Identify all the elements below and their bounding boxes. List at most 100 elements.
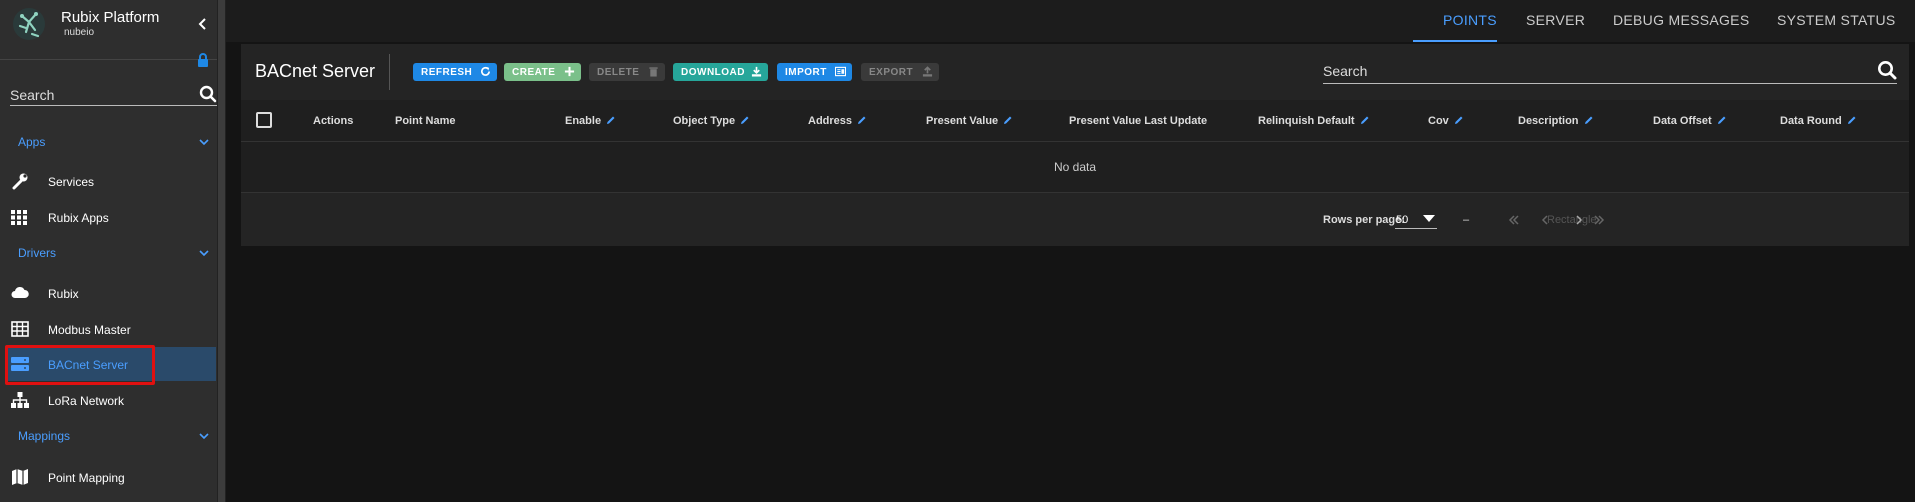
column-description[interactable]: Description [1518,115,1594,127]
column-label: Cov [1428,115,1449,127]
button-label: EXPORT [869,67,914,78]
sidebar-item-lora-network[interactable]: LoRa Network [6,383,216,417]
upload-icon [922,66,933,77]
create-button[interactable]: CREATE [504,63,581,81]
rows-per-page-select[interactable]: 50 [1395,207,1437,229]
tab-server[interactable]: SERVER [1526,12,1585,28]
section-label: Apps [18,135,46,149]
main-content: BACnet Server REFRESH CREATE DELETE DOWN… [226,42,1915,502]
column-present-value[interactable]: Present Value [926,115,1013,127]
column-data-round[interactable]: Data Round [1780,115,1857,127]
sidebar-item-rubix[interactable]: Rubix [6,276,216,310]
column-cov[interactable]: Cov [1428,115,1464,127]
table-header: Actions Point Name Enable Object Type Ad… [241,100,1909,142]
column-enable[interactable]: Enable [565,115,616,127]
main-search [1323,58,1897,84]
pencil-icon[interactable] [1454,115,1464,125]
annotation-highlight-box [5,345,155,385]
import-button[interactable]: IMPORT [777,63,852,81]
column-label: Point Name [395,115,456,127]
column-point-name[interactable]: Point Name [395,115,456,127]
column-label: Enable [565,115,602,127]
search-icon[interactable] [199,85,217,103]
chevron-down-icon [199,139,209,146]
top-tab-bar: POINTS SERVER DEBUG MESSAGES SYSTEM STAT… [226,0,1915,42]
lock-icon[interactable] [196,52,210,68]
pagination-bar: Rows per page: 50 – Rectangle [241,193,1909,246]
button-label: DELETE [597,67,640,78]
pencil-icon[interactable] [606,115,616,125]
section-label: Mappings [18,429,71,443]
sidebar-search [10,84,219,106]
tab-points[interactable]: POINTS [1443,12,1497,28]
pencil-icon[interactable] [857,115,867,125]
column-address[interactable]: Address [808,115,867,127]
column-object-type[interactable]: Object Type [673,115,750,127]
chevron-down-icon [199,250,209,257]
sidebar-item-label: Rubix Apps [48,211,109,225]
trash-icon [649,67,658,77]
sidebar-item-label: Services [48,175,95,189]
section-apps[interactable]: Apps [0,131,217,153]
no-data-text: No data [1053,160,1097,174]
map-icon [12,469,28,485]
sidebar-item-point-mapping[interactable]: Point Mapping [6,460,216,494]
next-page-icon[interactable] [1572,213,1586,227]
column-actions[interactable]: Actions [313,115,353,127]
download-button[interactable]: DOWNLOAD [673,63,768,81]
column-relinquish-default[interactable]: Relinquish Default [1258,115,1370,127]
main-search-input[interactable] [1323,60,1863,82]
sidebar-item-services[interactable]: Services [6,164,216,198]
network-icon [11,392,29,408]
brand-subtitle: nubeio [64,27,95,38]
sidebar-search-input[interactable] [10,84,190,105]
button-label: REFRESH [421,67,473,78]
column-label: Data Offset [1653,115,1712,127]
column-label: Relinquish Default [1258,115,1355,127]
app-window: Rubix Platform nubeio Apps [0,0,1915,502]
brand-title: Rubix Platform [61,9,160,26]
rows-per-page-label: Rows per page: [1323,214,1405,226]
scrollbar-thumb[interactable] [218,0,225,502]
delete-button[interactable]: DELETE [589,63,665,81]
column-present-value-last-update[interactable]: Present Value Last Update [1069,115,1207,127]
page-title: BACnet Server [255,61,376,81]
table-grid-icon [11,321,29,337]
column-label: Present Value Last Update [1069,115,1208,127]
toolbar-divider [389,54,390,90]
pencil-icon[interactable] [1717,115,1727,125]
sidebar-item-label: Modbus Master [48,323,131,337]
pencil-icon[interactable] [740,115,750,125]
select-all-checkbox[interactable] [256,112,272,128]
sidebar-item-modbus-master[interactable]: Modbus Master [6,312,216,346]
pencil-icon[interactable] [1584,115,1594,125]
search-icon[interactable] [1877,60,1897,80]
sidebar-scrollbar[interactable] [217,0,226,502]
page-range: – [1463,214,1470,226]
section-drivers[interactable]: Drivers [0,242,217,264]
rubix-logo-icon [13,8,45,40]
tab-system-status[interactable]: SYSTEM STATUS [1777,12,1896,28]
column-data-offset[interactable]: Data Offset [1653,115,1727,127]
empty-table-row: No data [241,142,1909,193]
rows-per-page-value: 50 [1396,214,1409,226]
export-button[interactable]: EXPORT [861,63,939,81]
sidebar-item-label: Point Mapping [48,471,125,485]
pencil-icon[interactable] [1847,115,1857,125]
first-page-icon[interactable] [1507,213,1521,227]
tab-debug-messages[interactable]: DEBUG MESSAGES [1613,12,1749,28]
pencil-icon[interactable] [1003,115,1013,125]
chevron-left-icon[interactable] [196,15,210,33]
sidebar-item-rubix-apps[interactable]: Rubix Apps [6,200,216,234]
wrench-icon [12,173,28,190]
table-toolbar: BACnet Server REFRESH CREATE DELETE DOWN… [241,44,1909,100]
pencil-icon[interactable] [1360,115,1370,125]
button-label: DOWNLOAD [681,67,745,78]
cloud-icon [11,286,29,298]
last-page-icon[interactable] [1592,213,1606,227]
chevron-down-icon [199,433,209,440]
section-mappings[interactable]: Mappings [0,425,217,447]
refresh-button[interactable]: REFRESH [413,63,497,81]
sidebar-item-label: Rubix [48,287,79,301]
import-icon [835,66,846,77]
